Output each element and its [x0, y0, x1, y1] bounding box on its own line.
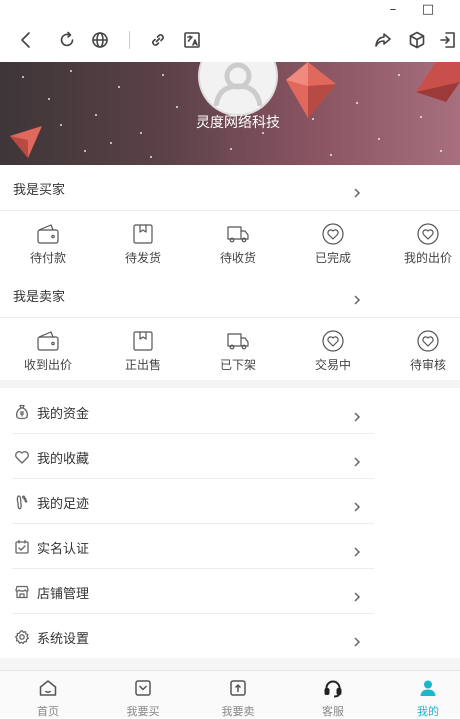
buyer-completed[interactable]: 已完成	[287, 211, 379, 275]
cube-icon[interactable]	[405, 28, 429, 52]
window-titlebar: – □	[0, 0, 460, 18]
chevron-right-icon	[352, 290, 362, 305]
sell-icon	[228, 678, 248, 698]
tab-home[interactable]: 首页	[2, 671, 94, 719]
link-icon[interactable]	[146, 28, 170, 52]
user-icon	[213, 62, 263, 106]
seller-pending-review[interactable]: 待审核	[382, 318, 460, 382]
share-icon[interactable]	[371, 28, 395, 52]
menu-item-verification[interactable]: 实名认证	[0, 524, 460, 569]
tab-buy[interactable]: 我要买	[97, 671, 189, 719]
buyer-pending-payment[interactable]: 待付款	[2, 211, 94, 275]
heart-icon	[321, 330, 345, 352]
refresh-icon[interactable]	[55, 28, 79, 52]
menu-item-settings[interactable]: 系统设置	[0, 614, 460, 659]
user-icon	[418, 678, 438, 698]
seller-on-sale[interactable]: 正出售	[97, 318, 189, 382]
settings-icon	[14, 629, 30, 645]
buyer-title: 我是买家	[13, 183, 66, 198]
profile-banner: 灵度网络科技	[0, 62, 460, 165]
translate-icon[interactable]	[180, 28, 204, 52]
chevron-right-icon	[352, 587, 362, 602]
heart-icon	[14, 449, 30, 465]
exit-icon[interactable]	[436, 28, 460, 52]
avatar[interactable]	[198, 62, 278, 116]
seller-delisted[interactable]: 已下架	[192, 318, 284, 382]
chevron-right-icon	[352, 542, 362, 557]
buyer-section-header[interactable]: 我是买家	[0, 165, 460, 211]
buyer-order-row: 待付款 待发货 待收货 已完成 我的出价	[0, 211, 460, 275]
tab-sell[interactable]: 我要卖	[192, 671, 284, 719]
section-divider	[0, 380, 460, 388]
menu-item-favorites[interactable]: 我的收藏	[0, 434, 460, 479]
gem-decoration	[416, 62, 460, 102]
package-icon	[131, 330, 155, 352]
heart-icon	[416, 223, 440, 245]
home-icon	[38, 678, 58, 698]
tab-mine[interactable]: 我的	[382, 671, 460, 719]
money-bag-icon	[14, 404, 30, 420]
chevron-right-icon	[352, 497, 362, 512]
profile-name: 灵度网络科技	[196, 115, 280, 131]
truck-icon	[226, 223, 250, 245]
menu-item-funds[interactable]: 我的资金	[0, 389, 460, 434]
package-icon	[131, 223, 155, 245]
store-icon	[14, 584, 30, 600]
footprint-icon	[14, 494, 30, 510]
chevron-right-icon	[352, 407, 362, 422]
bottom-spacer	[0, 658, 460, 670]
buyer-pending-shipment[interactable]: 待发货	[97, 211, 189, 275]
heart-icon	[416, 330, 440, 352]
buyer-pending-receipt[interactable]: 待收货	[192, 211, 284, 275]
truck-icon	[226, 330, 250, 352]
back-icon[interactable]	[14, 28, 38, 52]
chevron-right-icon	[352, 632, 362, 647]
heart-icon	[321, 223, 345, 245]
bottom-tab-bar: 首页 我要买 我要卖 客服 我的	[0, 670, 460, 718]
wallet-icon	[36, 223, 60, 245]
id-check-icon	[14, 539, 30, 555]
buy-icon	[133, 678, 153, 698]
seller-title: 我是卖家	[13, 290, 66, 305]
minimize-button[interactable]: –	[378, 0, 408, 18]
toolbar-divider	[129, 31, 130, 49]
tab-service[interactable]: 客服	[287, 671, 379, 719]
gem-decoration	[286, 62, 336, 118]
menu-item-footprints[interactable]: 我的足迹	[0, 479, 460, 524]
seller-section-header[interactable]: 我是卖家	[0, 272, 460, 318]
seller-received-bids[interactable]: 收到出价	[2, 318, 94, 382]
maximize-button[interactable]: □	[413, 0, 443, 18]
headset-icon	[323, 678, 343, 698]
seller-order-row: 收到出价 正出售 已下架 交易中 待审核	[0, 318, 460, 382]
chevron-right-icon	[352, 452, 362, 467]
chevron-right-icon	[352, 183, 362, 198]
menu-item-store[interactable]: 店铺管理	[0, 569, 460, 614]
seller-in-transaction[interactable]: 交易中	[287, 318, 379, 382]
buyer-my-bids[interactable]: 我的出价	[382, 211, 460, 275]
wallet-icon	[36, 330, 60, 352]
browser-toolbar	[0, 18, 460, 62]
globe-icon[interactable]	[88, 28, 112, 52]
